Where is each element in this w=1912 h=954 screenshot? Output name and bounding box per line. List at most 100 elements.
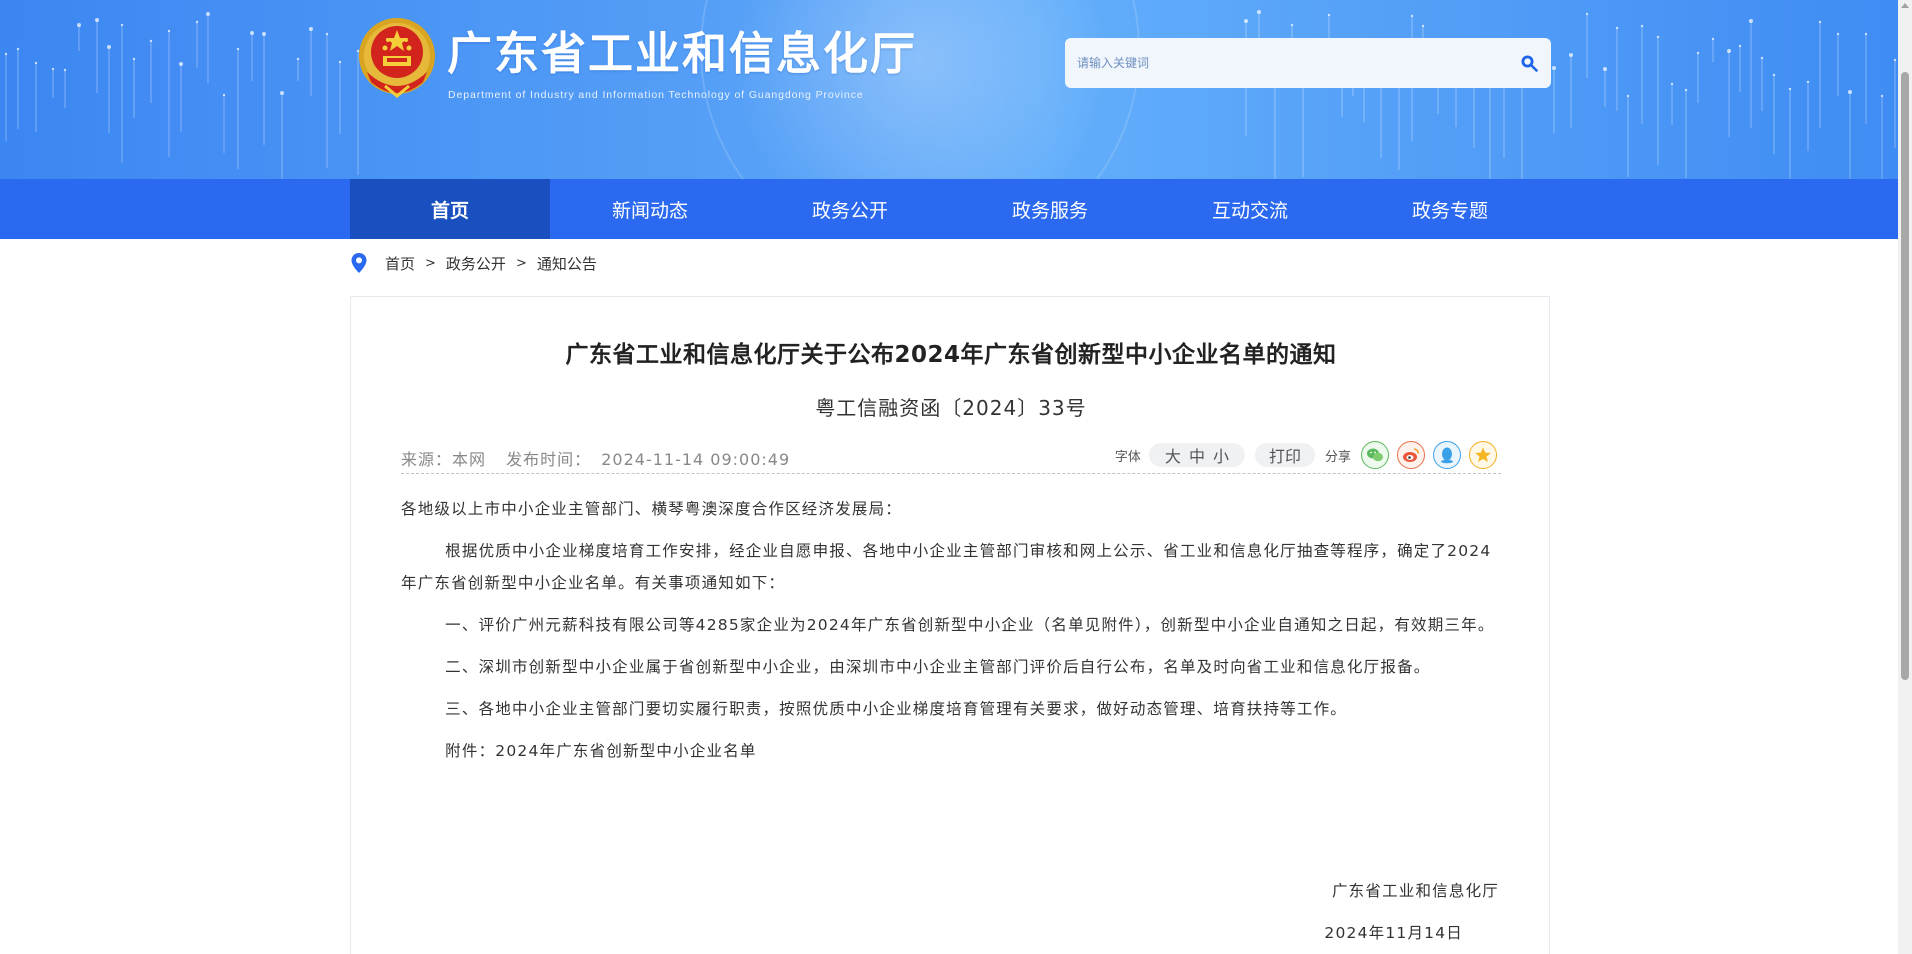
national-emblem-icon <box>359 18 435 98</box>
banner-decoration-dot <box>95 18 99 22</box>
article-paragraph: 二、深圳市创新型中小企业属于省创新型中小企业，由深圳市中小企业主管部门评价后自行… <box>445 658 1431 676</box>
signing-organization: 广东省工业和信息化厅 <box>1331 882 1499 900</box>
banner-decoration-dot <box>222 93 226 97</box>
banner-decoration-dot <box>132 57 136 61</box>
article-source: 来源：本网 <box>401 450 487 469</box>
breadcrumb-gov-affairs-public[interactable]: 政务公开 <box>446 253 506 274</box>
banner-decoration-dot <box>1257 10 1261 14</box>
qq-icon[interactable] <box>1433 441 1461 469</box>
article-meta-info: 来源：本网 发布时间： 2024-11-14 09:00:49 <box>401 446 804 470</box>
banner-decoration-dot <box>167 29 171 33</box>
banner-decoration-dot <box>1836 32 1840 36</box>
breadcrumb-notices[interactable]: 通知公告 <box>537 253 597 274</box>
banner-decoration-dot <box>1615 26 1619 30</box>
document-number: 粤工信融资函〔2024〕33号 <box>815 396 1087 420</box>
banner-decoration-dot <box>1880 94 1884 98</box>
banner-decoration-dot <box>1290 23 1294 27</box>
banner-decoration-dot <box>236 47 240 51</box>
font-size-medium-button[interactable]: 中 <box>1189 443 1205 467</box>
page-scrollbar[interactable] <box>1898 0 1912 954</box>
banner-decoration-dot <box>338 60 342 64</box>
banner-decoration-dot <box>1788 87 1792 91</box>
site-title: 广东省工业和信息化厅 <box>447 27 918 80</box>
location-pin-icon <box>351 253 367 273</box>
qzone-icon[interactable] <box>1469 441 1497 469</box>
nav-item-gov-services[interactable]: 政务服务 <box>950 179 1150 239</box>
banner-decoration-dot <box>296 57 300 61</box>
banner-decoration-dot <box>1626 94 1630 98</box>
banner-decoration-dot <box>1727 49 1731 53</box>
nav-item-gov-affairs-public[interactable]: 政务公开 <box>750 179 950 239</box>
search-icon <box>1521 55 1538 72</box>
banner-decoration-dot <box>77 23 81 27</box>
banner-decoration-dot <box>1696 51 1700 55</box>
banner-decoration-dot <box>1684 88 1688 92</box>
signing-date: 2024年11月14日 <box>1324 924 1463 942</box>
search-button[interactable] <box>1507 38 1551 88</box>
banner-decoration-dot <box>1864 32 1868 36</box>
banner-decoration-dot <box>1772 73 1776 77</box>
banner-decoration-dot <box>1327 13 1331 17</box>
print-button[interactable]: 打印 <box>1254 443 1315 467</box>
article-tools: 字体 大 中 小 打印 分享 <box>1115 440 1497 470</box>
font-size-small-button[interactable]: 小 <box>1213 443 1229 467</box>
banner-decoration-dot <box>4 52 8 56</box>
banner-decoration-dot <box>1760 56 1764 60</box>
nav-item-interaction[interactable]: 互动交流 <box>1150 179 1350 239</box>
article-paragraph: 三、各地中小企业主管部门要切实履行职责，按照优质中小企业梯度培育管理有关要求，做… <box>445 700 1347 718</box>
share-label: 分享 <box>1324 449 1351 465</box>
nav-item-news[interactable]: 新闻动态 <box>550 179 750 239</box>
breadcrumb-separator: > <box>515 255 527 271</box>
banner-decoration-dot <box>1603 67 1607 71</box>
banner-decoration-dot <box>1656 35 1660 39</box>
scroll-up-arrow-icon[interactable] <box>1901 3 1909 8</box>
breadcrumb-home[interactable]: 首页 <box>385 253 415 274</box>
banner-decoration-dot <box>1806 80 1810 84</box>
banner-decoration-dot <box>1848 90 1852 94</box>
banner-decoration-dot <box>107 45 111 49</box>
banner-decoration-dot <box>1893 58 1897 62</box>
banner-decoration-dot <box>262 32 266 36</box>
search-input[interactable] <box>1065 38 1507 88</box>
publish-time: 2024-11-14 09:00:49 <box>601 450 791 469</box>
article-salutation: 各地级以上市中小企业主管部门、横琴粤澳深度合作区经济发展局： <box>401 500 903 518</box>
banner-decoration-dot <box>1738 44 1742 48</box>
banner-decoration-dot <box>1818 20 1822 24</box>
nav-item-home[interactable]: 首页 <box>350 179 550 239</box>
banner-decoration-dot <box>309 27 313 31</box>
wechat-icon[interactable] <box>1361 441 1389 469</box>
banner-decoration-dot <box>120 23 124 27</box>
breadcrumb: 首页 > 政务公开 > 通知公告 <box>350 252 597 274</box>
banner-decoration-dot <box>16 47 20 51</box>
banner-decoration-dot <box>1585 12 1589 16</box>
banner-decoration-dot <box>1244 19 1248 23</box>
banner-decoration-dot <box>51 67 55 71</box>
main-nav: 首页 新闻动态 政务公开 政务服务 互动交流 政务专题 <box>0 179 1898 239</box>
banner-decoration-dot <box>195 20 199 24</box>
banner-decoration-dot <box>1640 24 1644 28</box>
site-subtitle: Department of Industry and Information T… <box>448 89 864 101</box>
banner-decoration-dot <box>280 91 284 95</box>
nav-item-special-topics[interactable]: 政务专题 <box>1350 179 1550 239</box>
breadcrumb-separator: > <box>425 255 436 271</box>
article-paragraph: 根据优质中小企业梯度培育工作安排，经企业自愿申报、各地中小企业主管部门审核和网上… <box>401 542 1492 592</box>
weibo-icon[interactable] <box>1397 441 1425 469</box>
font-size-label: 字体 <box>1114 449 1141 465</box>
article-container: 广东省工业和信息化厅关于公布2024年广东省创新型中小企业名单的通知 粤工信融资… <box>350 296 1550 954</box>
banner-decoration-dot <box>1552 66 1556 70</box>
banner-decoration-dot <box>1569 53 1573 57</box>
search-box <box>1065 38 1551 88</box>
publish-time-label: 发布时间： <box>506 450 592 469</box>
banner-decoration-dot <box>325 32 329 36</box>
font-size-large-button[interactable]: 大 <box>1165 443 1181 467</box>
banner-decoration-dot <box>63 68 67 72</box>
scrollbar-thumb[interactable] <box>1901 72 1909 680</box>
banner-decoration-dot <box>1410 14 1414 18</box>
banner-decoration-lines <box>4 10 1897 179</box>
banner-decoration-dot <box>1711 37 1715 41</box>
banner-decoration-dot <box>250 31 254 35</box>
header-banner: 广东省工业和信息化厅 Department of Industry and In… <box>0 0 1898 179</box>
attachment-link[interactable]: 附件：2024年广东省创新型中小企业名单 <box>401 735 1501 767</box>
article-paragraph: 一、评价广州元薪科技有限公司等4285家企业为2024年广东省创新型中小企业（名… <box>445 616 1495 634</box>
banner-decoration-dot <box>1749 19 1753 23</box>
